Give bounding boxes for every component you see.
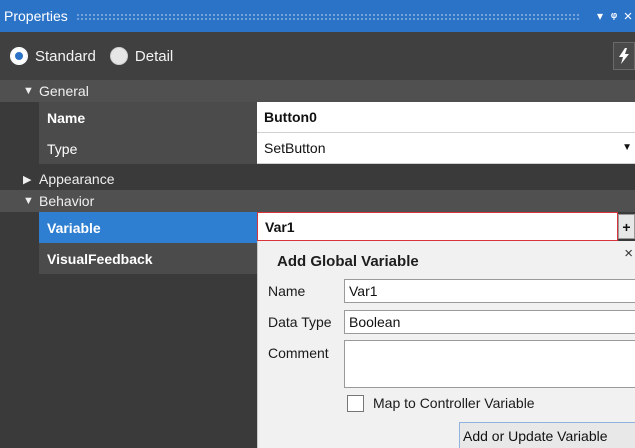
property-visualfeedback-label: VisualFeedback bbox=[39, 243, 257, 274]
section-general-label: General bbox=[39, 83, 89, 99]
row-gutter bbox=[0, 133, 39, 164]
variable-value-input[interactable]: Var1 bbox=[257, 212, 618, 241]
expanded-arrow-icon: ▼ bbox=[23, 195, 34, 207]
variable-name-field[interactable]: Var1 bbox=[344, 279, 635, 303]
view-mode-bar: Standard Detail bbox=[0, 32, 635, 80]
collapsed-arrow-icon: ▶ bbox=[23, 173, 32, 186]
type-value-text: SetButton bbox=[264, 140, 326, 156]
map-to-controller-checkbox[interactable] bbox=[347, 395, 364, 412]
popup-comment-label: Comment bbox=[268, 345, 329, 361]
type-value-dropdown[interactable]: SetButton ▼ bbox=[257, 133, 635, 164]
popup-datatype-label: Data Type bbox=[268, 314, 332, 330]
add-or-update-variable-button[interactable]: Add or Update Variable bbox=[459, 422, 635, 448]
section-behavior[interactable]: ▼ Behavior bbox=[0, 190, 635, 212]
section-appearance-label: Appearance bbox=[39, 171, 115, 187]
detail-radio[interactable]: Detail bbox=[109, 47, 174, 65]
property-variable-label: Variable bbox=[39, 212, 257, 243]
property-name-label: Name bbox=[39, 102, 257, 133]
comment-field[interactable] bbox=[344, 340, 635, 388]
properties-titlebar: Properties ▾ ᵠ × bbox=[0, 0, 635, 32]
popup-title: Add Global Variable bbox=[277, 253, 419, 270]
section-behavior-label: Behavior bbox=[39, 193, 95, 209]
chevron-down-icon: ▼ bbox=[622, 142, 632, 153]
titlebar-grip bbox=[75, 12, 581, 20]
popup-name-label: Name bbox=[268, 283, 306, 299]
row-gutter bbox=[0, 212, 39, 243]
close-icon[interactable]: × bbox=[621, 8, 635, 25]
add-global-variable-popup: Add Global Variable × Name Var1 Data Typ… bbox=[257, 241, 635, 448]
panel-title: Properties bbox=[4, 8, 68, 24]
lightning-icon-glyph bbox=[619, 48, 629, 64]
add-variable-button[interactable]: + bbox=[618, 214, 635, 239]
data-type-field[interactable]: Boolean bbox=[344, 310, 635, 334]
radio-selected-icon bbox=[10, 47, 28, 65]
close-icon[interactable]: × bbox=[624, 245, 633, 262]
section-general[interactable]: ▼ General bbox=[0, 80, 635, 102]
pin-icon[interactable]: ᵠ bbox=[607, 9, 621, 24]
property-type-label: Type bbox=[39, 133, 257, 164]
row-gutter bbox=[0, 243, 39, 274]
map-to-controller-label: Map to Controller Variable bbox=[373, 395, 535, 411]
section-appearance[interactable]: ▶ Appearance bbox=[0, 168, 635, 190]
lightning-icon[interactable] bbox=[613, 42, 635, 70]
detail-radio-label: Detail bbox=[134, 47, 174, 65]
expanded-arrow-icon: ▼ bbox=[23, 85, 34, 97]
standard-radio[interactable]: Standard bbox=[10, 47, 96, 65]
row-gutter bbox=[0, 102, 39, 133]
name-value-input[interactable]: Button0 bbox=[257, 102, 635, 133]
radio-unselected-icon bbox=[109, 47, 128, 65]
window-position-dropdown-icon[interactable]: ▾ bbox=[593, 9, 607, 23]
standard-radio-label: Standard bbox=[35, 47, 96, 65]
